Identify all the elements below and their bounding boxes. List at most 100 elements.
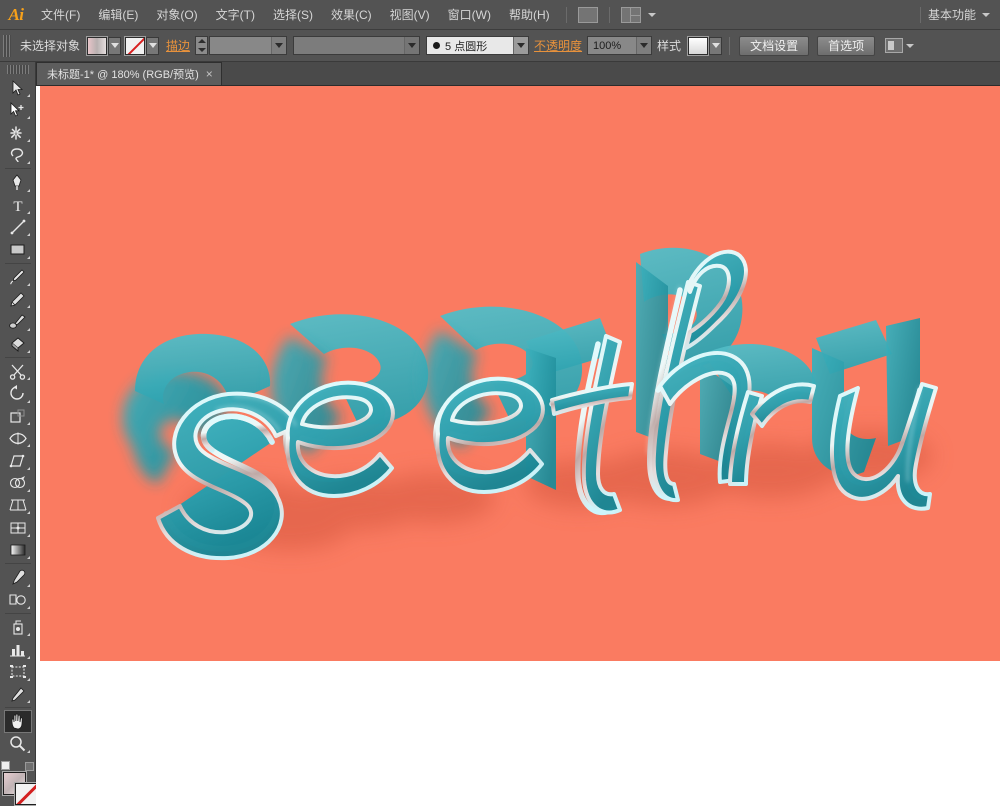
opacity-combo[interactable]: 100% [587,36,653,55]
fill-chevron-down-icon[interactable] [108,36,122,55]
chevron-down-icon[interactable] [647,12,656,17]
fill-swatch-group[interactable] [86,35,122,56]
preferences-button[interactable]: 首选项 [817,35,876,56]
symbol-sprayer-tool[interactable] [4,616,32,638]
control-bar-divider [729,36,731,55]
eraser-tool[interactable] [4,333,32,355]
workspace-chevron-down-icon[interactable] [982,12,990,17]
default-colors-icon[interactable] [0,761,10,771]
stroke-weight-combo[interactable] [209,36,288,55]
stroke-weight-chevron-down-icon[interactable] [271,37,287,54]
control-bar-grip[interactable] [3,34,11,57]
slice-tool[interactable] [4,683,32,705]
swap-colors-icon[interactable] [24,762,34,772]
svg-text:T: T [13,199,22,213]
stroke-profile-combo[interactable] [293,36,421,55]
fill-swatch[interactable] [86,35,109,56]
lasso-tool[interactable] [4,144,32,166]
magic-wand-tool[interactable] [4,121,32,143]
menubar-divider [565,6,567,23]
pen-tool[interactable] [4,171,32,193]
artboard-tool[interactable] [4,661,32,683]
align-options-icon[interactable] [885,38,904,53]
menu-select[interactable]: 选择(S) [264,0,322,30]
zoom-tool[interactable] [4,733,32,755]
selection-status: 未选择对象 [20,39,81,53]
direct-selection-tool[interactable] [4,99,32,121]
stroke-chevron-down-icon[interactable] [146,36,160,55]
opacity-value: 100% [593,39,622,52]
stroke-panel-link[interactable]: 描边 [161,37,195,54]
menu-file[interactable]: 文件(F) [32,0,89,30]
opacity-chevron-down-icon[interactable] [636,37,652,54]
column-graph-tool[interactable] [4,638,32,660]
tools-panel-grip[interactable] [6,65,29,74]
align-chevron-down-icon[interactable] [906,43,915,48]
shape-builder-tool[interactable] [4,472,32,494]
blob-brush-tool[interactable] [4,310,32,332]
menu-window[interactable]: 窗口(W) [439,0,500,30]
gradient-tool[interactable] [4,539,32,561]
canvas-area[interactable] [36,86,1000,806]
selection-tool[interactable] [4,77,32,99]
brush-round-dot-icon [433,42,441,49]
stroke-swatch[interactable] [124,35,147,56]
menubar-divider-2 [608,6,610,23]
menu-effect[interactable]: 效果(C) [322,0,381,30]
graphic-style-swatch[interactable] [687,35,710,56]
eyedropper-tool[interactable] [4,566,32,588]
tools-divider-1 [4,168,31,170]
blend-tool[interactable] [4,589,32,611]
brush-definition-combo[interactable]: 5 点圆形 [426,36,530,55]
tools-divider-3 [4,357,31,358]
menu-view[interactable]: 视图(V) [381,0,439,30]
rotate-tool[interactable] [4,382,32,404]
brush-definition-value: 5 点圆形 [445,40,488,53]
menu-object[interactable]: 对象(O) [147,0,206,30]
document-setup-button[interactable]: 文档设置 [739,35,810,56]
scale-tool[interactable] [4,405,32,427]
paintbrush-tool[interactable] [4,266,32,288]
graphic-style-chevron-down-icon[interactable] [709,36,723,55]
tools-divider-4 [4,563,31,565]
color-controls [0,761,38,806]
close-icon[interactable]: × [206,68,213,80]
hand-tool[interactable] [3,710,32,733]
document-tab-bar: 未标题-1* @ 180% (RGB/预览) × [36,62,1000,86]
menu-bar: Ai 文件(F) 编辑(E) 对象(O) 文字(T) 选择(S) 效果(C) 视… [0,0,1000,30]
type-tool[interactable]: T [4,194,32,216]
tools-panel: T [0,62,38,806]
stroke-weight-stepper[interactable] [195,36,209,55]
rectangle-tool[interactable] [4,238,32,260]
width-tool[interactable] [4,427,32,449]
stroke-profile-chevron-down-icon[interactable] [404,37,420,54]
opacity-panel-link[interactable]: 不透明度 [529,37,587,54]
control-bar: 未选择对象 描边 5 点圆形 不透明度 100% 样式 文档设置 首选项 [0,30,1000,62]
stroke-color-swatch[interactable] [13,782,38,806]
brush-definition-chevron-down-icon[interactable] [513,37,529,54]
bridge-icon[interactable] [577,6,598,23]
artboard[interactable] [40,86,1000,661]
menubar-divider-3 [919,6,921,23]
line-segment-tool[interactable] [4,216,32,238]
menu-help[interactable]: 帮助(H) [500,0,559,30]
illustrator-window: Ai 文件(F) 编辑(E) 对象(O) 文字(T) 选择(S) 效果(C) 视… [0,0,1000,806]
graphic-style-group[interactable] [687,35,723,56]
artwork-see-thru [40,86,1000,661]
pencil-tool[interactable] [4,288,32,310]
document-tab[interactable]: 未标题-1* @ 180% (RGB/预览) × [36,62,222,85]
stroke-swatch-group[interactable] [124,35,160,56]
tools-divider-5 [4,612,31,614]
scissors-tool[interactable] [4,360,32,382]
menu-edit[interactable]: 编辑(E) [89,0,147,30]
free-transform-tool[interactable] [4,449,32,471]
menu-type[interactable]: 文字(T) [207,0,264,30]
mesh-tool[interactable] [4,516,32,538]
arrange-documents-icon[interactable] [620,6,641,23]
perspective-grid-tool[interactable] [4,494,32,516]
workspace-switcher-label[interactable]: 基本功能 [928,6,982,23]
ai-logo-icon: Ai [8,4,24,24]
tools-divider-2 [4,262,31,264]
style-label: 样式 [657,39,682,53]
tools-divider-6 [4,707,31,709]
